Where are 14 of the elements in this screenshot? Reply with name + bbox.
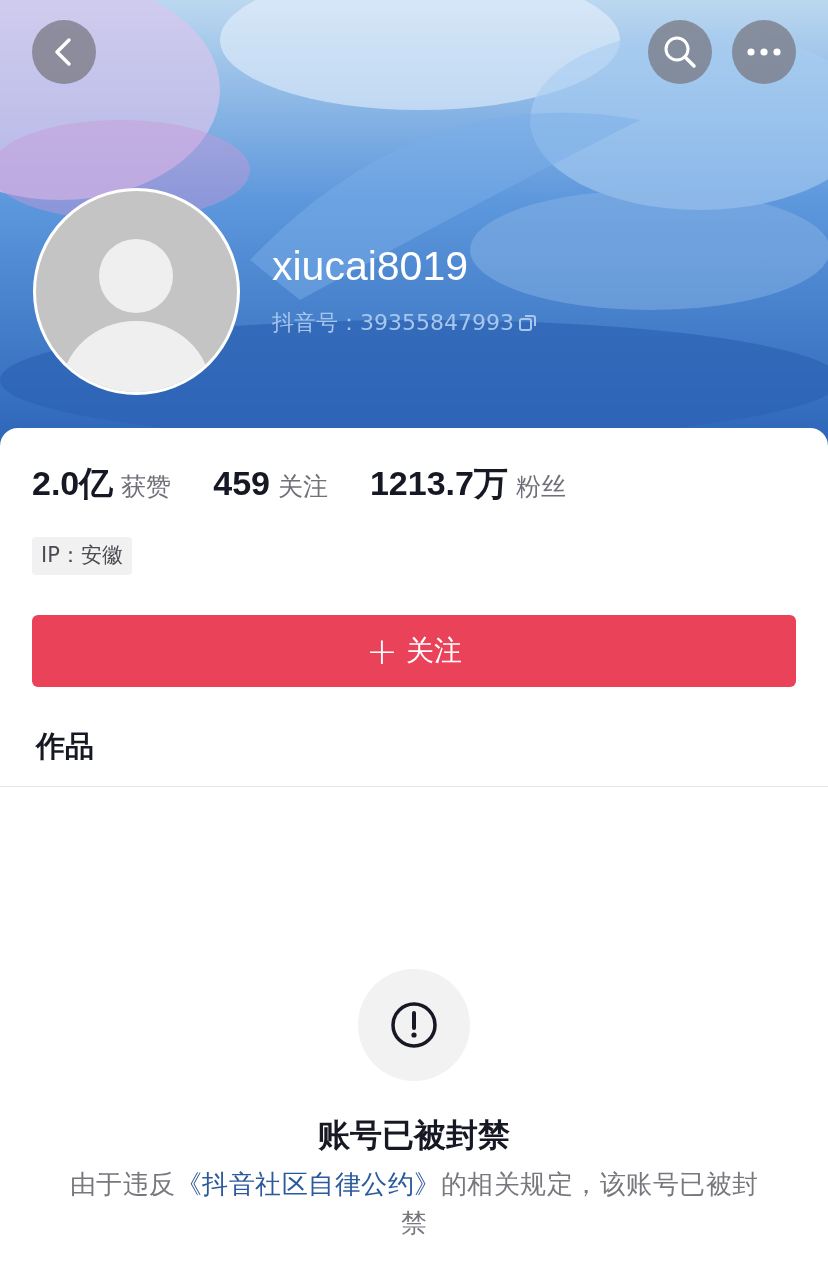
copy-icon[interactable]: [517, 312, 538, 333]
tab[interactable]: 作品: [32, 724, 98, 768]
account-id: 抖音号：39355847993: [272, 309, 514, 337]
ip-tag: IP：安徽: [32, 537, 132, 575]
username: xiucai8019: [272, 244, 469, 290]
follow-button[interactable]: + 关注: [32, 614, 796, 687]
notice-text: 由于违反《抖音社区自律公约》的相关规定，该账号已被封禁: [69, 1168, 759, 1240]
stat-count: 1213.7万 粉丝: [369, 463, 566, 504]
more-icon: [747, 48, 781, 56]
stat-count: 2.0亿 获赞: [32, 463, 172, 504]
notice-title: 账号已被封禁: [317, 1115, 511, 1156]
guideline-link[interactable]: 《抖音社区自律公约》: [175, 1169, 441, 1199]
search-icon: [663, 35, 697, 69]
stat-count: 459 关注: [213, 463, 328, 504]
